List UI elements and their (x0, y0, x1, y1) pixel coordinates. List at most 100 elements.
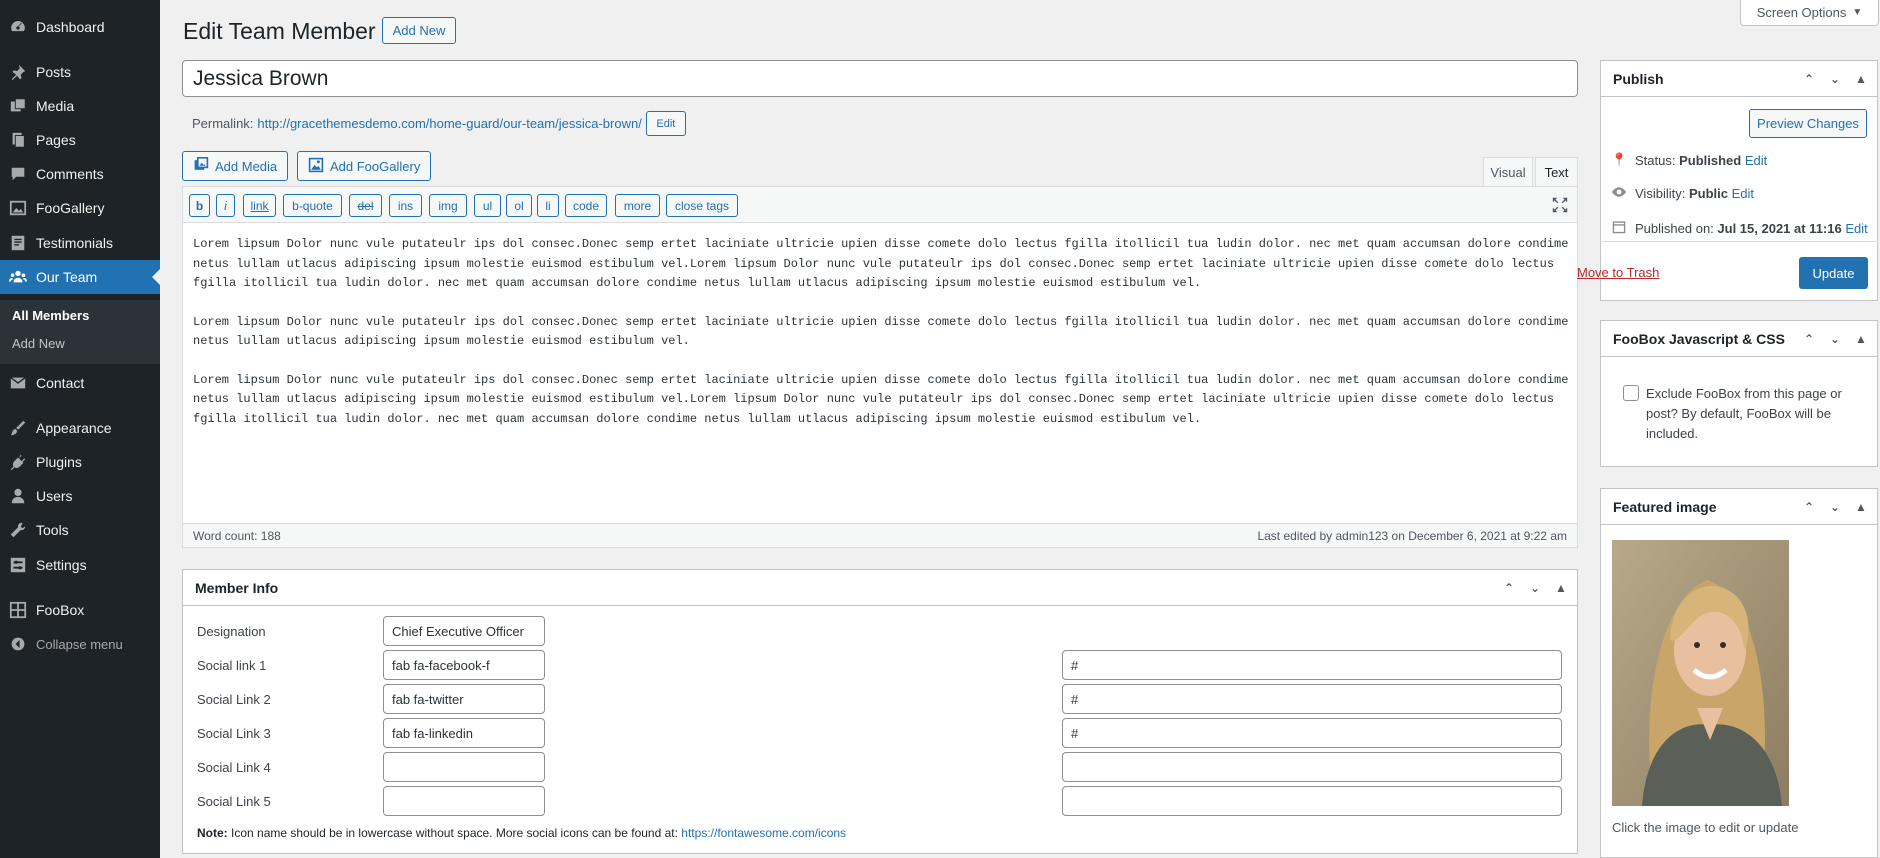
permalink-row: Permalink: http://gracethemesdemo.com/ho… (192, 111, 686, 136)
qt-bquote-button[interactable]: b-quote (283, 194, 342, 217)
qt-code-button[interactable]: code (565, 194, 607, 217)
move-to-trash-link[interactable]: Move to Trash (1577, 265, 1659, 280)
sidebar-item-settings[interactable]: Settings (0, 548, 160, 582)
screen-options-button[interactable]: Screen Options ▼ (1740, 0, 1879, 26)
move-up-icon[interactable]: ⌃ (1799, 72, 1819, 86)
editor-paragraph: Lorem lipsum Dolor nunc vule putateulr i… (193, 314, 1569, 349)
pages-icon (0, 131, 36, 149)
sidebar-item-dashboard[interactable]: Dashboard (0, 10, 160, 44)
qt-bold-button[interactable]: b (189, 194, 210, 217)
toggle-panel-icon[interactable]: ▲ (1851, 72, 1871, 86)
qt-close-tags-button[interactable]: close tags (666, 194, 738, 217)
move-up-icon[interactable]: ⌃ (1799, 500, 1819, 514)
social-link-3-label: Social Link 3 (197, 726, 271, 741)
sidebar-item-label: Users (36, 488, 73, 504)
sidebar-item-our-team[interactable]: Our Team (0, 260, 160, 294)
fontawesome-link[interactable]: https://fontawesome.com/icons (681, 826, 846, 840)
admin-sidebar: Dashboard Posts Media Pages Comments Foo… (0, 0, 160, 858)
qt-ins-button[interactable]: ins (389, 194, 422, 217)
submenu-all-members[interactable]: All Members (12, 308, 89, 323)
social-link-1-icon-input[interactable] (383, 650, 545, 680)
social-link-5-url-input[interactable] (1062, 786, 1562, 816)
post-title-input[interactable] (182, 60, 1578, 97)
pin-icon: 📍 (1611, 152, 1628, 167)
brush-icon (0, 419, 36, 437)
qt-italic-button[interactable]: i (216, 194, 235, 217)
sidebar-item-plugins[interactable]: Plugins (0, 445, 160, 479)
social-link-5-icon-input[interactable] (383, 786, 545, 816)
editor-paragraph: Lorem lipsum Dolor nunc vule putateulr i… (193, 372, 1569, 426)
visibility-row: Visibility: Public Edit (1611, 186, 1754, 201)
social-link-1-url-input[interactable] (1062, 650, 1562, 680)
qt-del-button[interactable]: del (349, 194, 382, 217)
qt-li-button[interactable]: li (537, 194, 559, 217)
permalink-edit-button[interactable]: Edit (645, 111, 686, 136)
fullscreen-icon[interactable] (1551, 196, 1569, 217)
sidebar-item-label: Contact (36, 375, 85, 391)
social-link-2-url-input[interactable] (1062, 684, 1562, 714)
social-link-4-icon-input[interactable] (383, 752, 545, 782)
social-link-3-url-input[interactable] (1062, 718, 1562, 748)
sidebar-item-users[interactable]: Users (0, 479, 160, 513)
last-edited: Last edited by admin123 on December 6, 2… (1257, 528, 1567, 543)
update-button[interactable]: Update (1799, 257, 1868, 289)
sidebar-item-media[interactable]: Media (0, 89, 160, 123)
social-link-3-icon-input[interactable] (383, 718, 545, 748)
collapse-menu-button[interactable]: Collapse menu (0, 627, 160, 661)
sidebar-item-testimonials[interactable]: Testimonials (0, 226, 160, 260)
dashboard-icon (0, 18, 36, 36)
preview-changes-button[interactable]: Preview Changes (1749, 109, 1867, 138)
tab-visual[interactable]: Visual (1483, 157, 1533, 187)
quicktags-toolbar: b i link b-quote del ins img ul ol li co… (183, 187, 1577, 223)
testimonials-icon (0, 234, 36, 252)
move-down-icon[interactable]: ⌄ (1825, 500, 1845, 514)
sidebar-item-tools[interactable]: Tools (0, 513, 160, 547)
sidebar-item-label: FooBox (36, 602, 85, 618)
move-up-icon[interactable]: ⌃ (1499, 581, 1519, 595)
qt-ul-button[interactable]: ul (474, 194, 501, 217)
social-link-2-icon-input[interactable] (383, 684, 545, 714)
publish-header: Publish ⌃ ⌄ ▲ (1601, 61, 1877, 97)
add-media-button[interactable]: Add Media (182, 151, 289, 181)
member-info-handles: ⌃ ⌄ ▲ (1499, 570, 1571, 606)
qt-img-button[interactable]: img (429, 194, 467, 217)
sidebar-item-pages[interactable]: Pages (0, 123, 160, 157)
editor-paragraph: Lorem lipsum Dolor nunc vule putateulr i… (193, 237, 1569, 290)
toggle-panel-icon[interactable]: ▲ (1851, 332, 1871, 346)
move-down-icon[interactable]: ⌄ (1525, 581, 1545, 595)
designation-input[interactable] (383, 616, 545, 646)
sidebar-item-contact[interactable]: Contact (0, 366, 160, 400)
move-up-icon[interactable]: ⌃ (1799, 332, 1819, 346)
social-link-4-url-input[interactable] (1062, 752, 1562, 782)
qt-ol-button[interactable]: ol (506, 194, 532, 217)
media-icon (0, 97, 36, 115)
toggle-panel-icon[interactable]: ▲ (1551, 581, 1571, 595)
visibility-edit-link[interactable]: Edit (1732, 186, 1754, 201)
qt-link-button[interactable]: link (243, 194, 276, 217)
sidebar-item-appearance[interactable]: Appearance (0, 411, 160, 445)
featured-image-caption: Click the image to edit or update (1612, 820, 1799, 835)
tab-text[interactable]: Text (1535, 157, 1578, 187)
exclude-foobox-checkbox[interactable] (1623, 385, 1639, 401)
editor-textarea[interactable]: Lorem lipsum Dolor nunc vule putateulr i… (193, 235, 1573, 448)
qt-more-button[interactable]: more (615, 194, 660, 217)
page-title: Edit Team Member (183, 18, 376, 44)
sidebar-item-posts[interactable]: Posts (0, 55, 160, 89)
move-down-icon[interactable]: ⌄ (1825, 72, 1845, 86)
add-foogallery-button[interactable]: Add FooGallery (297, 151, 432, 181)
mail-icon (0, 374, 36, 392)
sidebar-item-foogallery[interactable]: FooGallery (0, 191, 160, 225)
featured-image-thumbnail[interactable] (1612, 540, 1789, 806)
add-new-button[interactable]: Add New (382, 17, 456, 44)
submenu-add-new[interactable]: Add New (12, 336, 65, 351)
status-edit-link[interactable]: Edit (1745, 153, 1767, 168)
member-info-title: Member Info (195, 579, 279, 596)
move-down-icon[interactable]: ⌄ (1825, 332, 1845, 346)
sidebar-item-comments[interactable]: Comments (0, 157, 160, 191)
permalink-link[interactable]: http://gracethemesdemo.com/home-guard/ou… (257, 116, 641, 131)
visibility-label: Visibility: (1635, 186, 1686, 201)
sidebar-item-foobox[interactable]: FooBox (0, 593, 160, 627)
toggle-panel-icon[interactable]: ▲ (1851, 500, 1871, 514)
editor-status-bar: Word count: 188 Last edited by admin123 … (183, 523, 1577, 547)
published-edit-link[interactable]: Edit (1845, 221, 1867, 236)
